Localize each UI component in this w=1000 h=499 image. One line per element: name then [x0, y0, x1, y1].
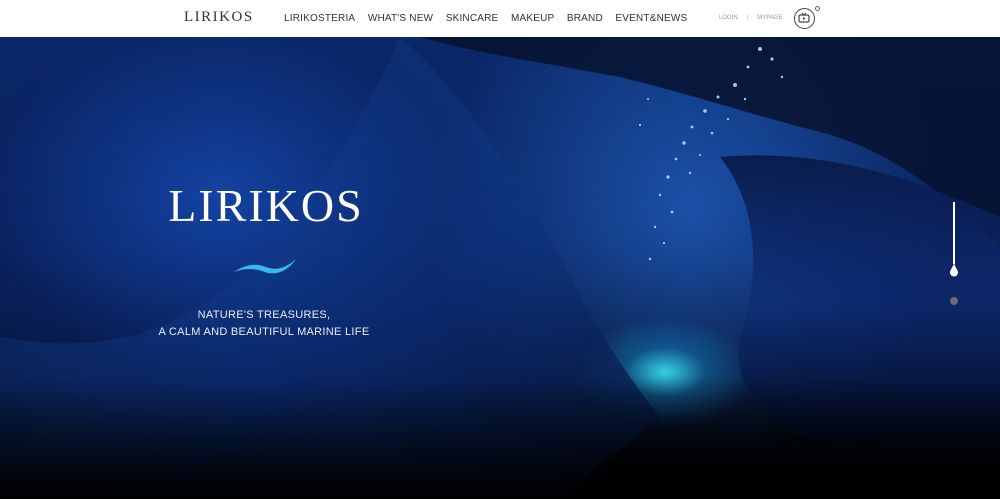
nav-event-news[interactable]: EVENT&NEWS [615, 13, 687, 24]
hero-title: LIRIKOS [168, 180, 364, 231]
utility-links: LOGIN | MYPAGE [719, 15, 782, 21]
slide-progress-bar [953, 202, 955, 264]
active-slide-drop-icon[interactable] [949, 263, 959, 277]
slide-dot-2[interactable] [950, 297, 958, 305]
ice-cave-scene [0, 37, 1000, 499]
nav-makeup[interactable]: MAKEUP [511, 13, 554, 24]
tv-icon[interactable] [794, 8, 815, 29]
nav-whats-new[interactable]: WHAT'S NEW [368, 13, 433, 24]
tagline-line-2: A CALM AND BEAUTIFUL MARINE LIFE [158, 326, 370, 338]
main-nav: LIRIKOSTERIA WHAT'S NEW SKINCARE MAKEUP … [284, 13, 700, 24]
nav-brand[interactable]: BRAND [567, 13, 603, 24]
header-logo[interactable]: LIRIKOS [184, 9, 254, 26]
mypage-link[interactable]: MYPAGE [757, 15, 782, 21]
login-link[interactable]: LOGIN [719, 15, 738, 21]
tagline-line-1: NATURE'S TREASURES, [197, 309, 331, 321]
tv-notification-dot [815, 6, 820, 11]
util-separator: | [746, 15, 749, 21]
hero-tagline: NATURE'S TREASURES, A CALM AND BEAUTIFUL… [150, 307, 378, 341]
wave-icon [234, 259, 296, 274]
site-header: LIRIKOS LIRIKOSTERIA WHAT'S NEW SKINCARE… [0, 0, 1000, 37]
nav-lirikosteria[interactable]: LIRIKOSTERIA [284, 13, 355, 24]
nav-skincare[interactable]: SKINCARE [446, 13, 499, 24]
hero-banner: LIRIKOS NATURE'S TREASURES, A CALM AND B… [0, 37, 1000, 499]
